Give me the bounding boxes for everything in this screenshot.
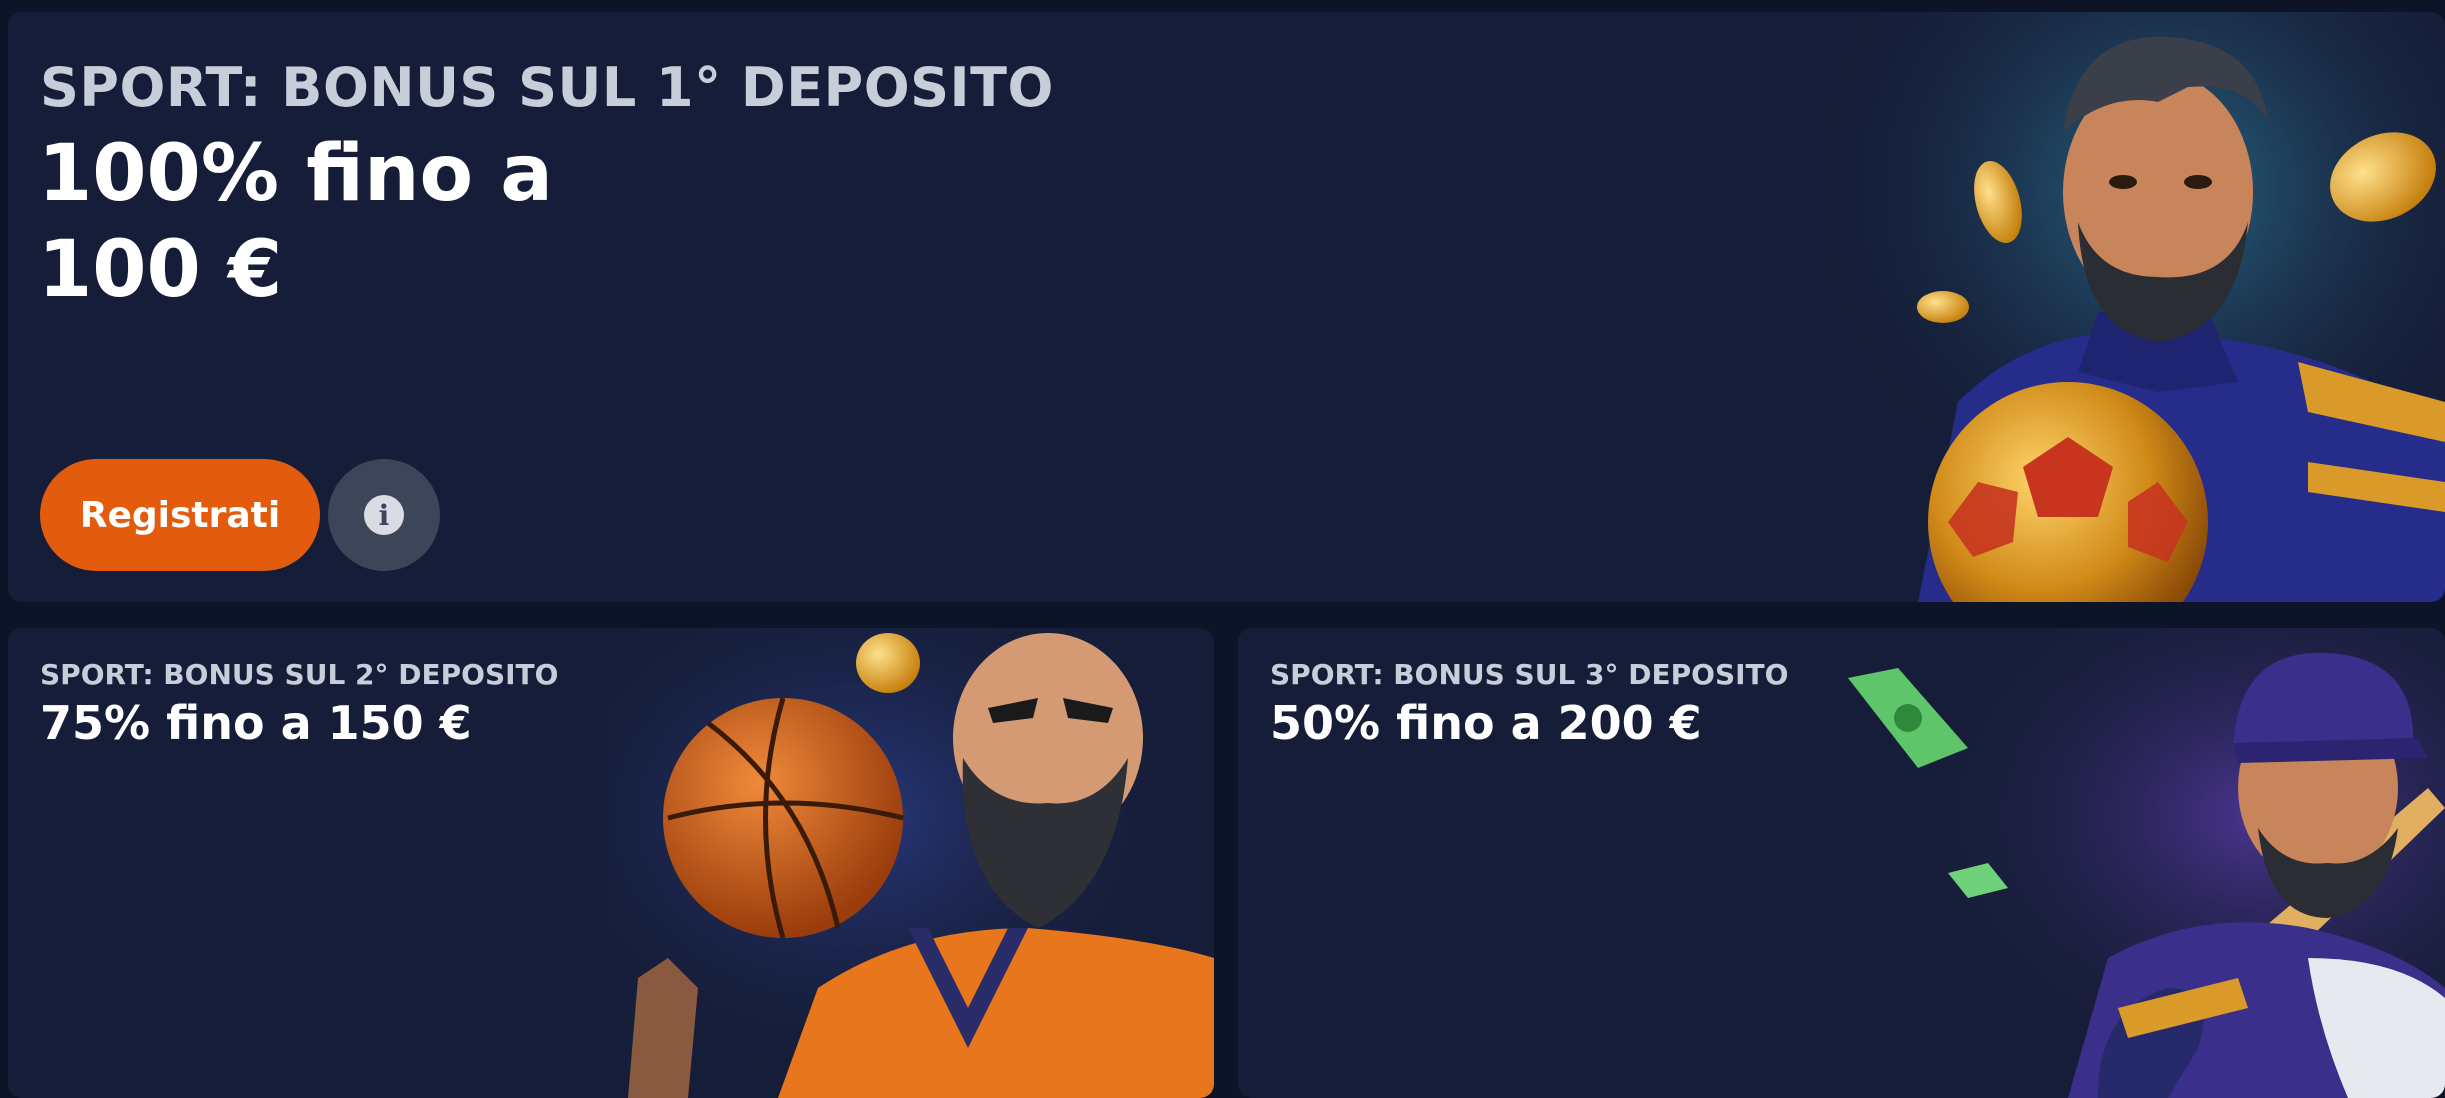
promo-eyebrow: SPORT: BONUS SUL 1° DEPOSITO — [40, 56, 1054, 119]
promo-headline-line2: 100 € — [38, 225, 283, 315]
info-button[interactable]: i — [328, 459, 440, 571]
promo-headline: 100% fino a 100 € — [38, 126, 638, 318]
promo-headline: 50% fino a 200 € — [1270, 696, 1702, 750]
basketball-player-illustration — [608, 628, 1214, 1098]
soccer-player-illustration — [1828, 12, 2445, 602]
promo-card-third-deposit: SPORT: BONUS SUL 3° DEPOSITO 50% fino a … — [1238, 628, 2445, 1098]
promo-eyebrow: SPORT: BONUS SUL 3° DEPOSITO — [1270, 658, 1789, 691]
promo-eyebrow: SPORT: BONUS SUL 2° DEPOSITO — [40, 658, 559, 691]
baseball-player-illustration — [1838, 628, 2445, 1098]
promo-headline-line1: 100% fino a — [38, 129, 553, 219]
register-button[interactable]: Registrati — [40, 459, 320, 571]
info-icon: i — [364, 495, 404, 535]
promo-headline: 75% fino a 150 € — [40, 696, 472, 750]
promo-card-first-deposit: SPORT: BONUS SUL 1° DEPOSITO 100% fino a… — [8, 12, 2445, 602]
promo-card-second-deposit: SPORT: BONUS SUL 2° DEPOSITO 75% fino a … — [8, 628, 1214, 1098]
